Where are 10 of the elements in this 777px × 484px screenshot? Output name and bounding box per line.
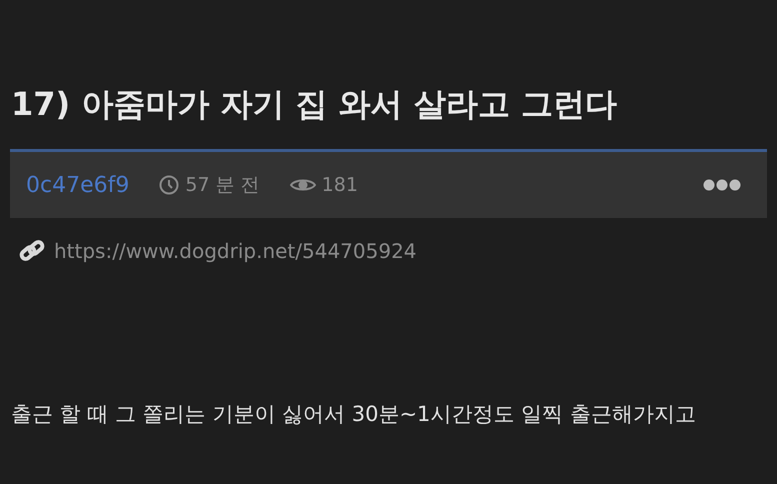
eye-icon	[290, 177, 316, 193]
link-icon	[18, 238, 46, 264]
view-count: 181	[322, 172, 358, 198]
more-icon[interactable]	[703, 179, 741, 191]
post-title: 17) 아줌마가 자기 집 와서 살라고 그런다	[11, 84, 618, 125]
post-url[interactable]: https://www.dogdrip.net/544705924	[54, 236, 417, 266]
post-time: 57 분 전	[185, 172, 260, 198]
author-link[interactable]: 0c47e6f9	[26, 168, 130, 202]
post-body: 출근 할 때 그 쫄리는 기분이 싫어서 30분~1시간정도 일찍 출근해가지고	[11, 401, 697, 428]
clock-icon	[159, 175, 180, 195]
